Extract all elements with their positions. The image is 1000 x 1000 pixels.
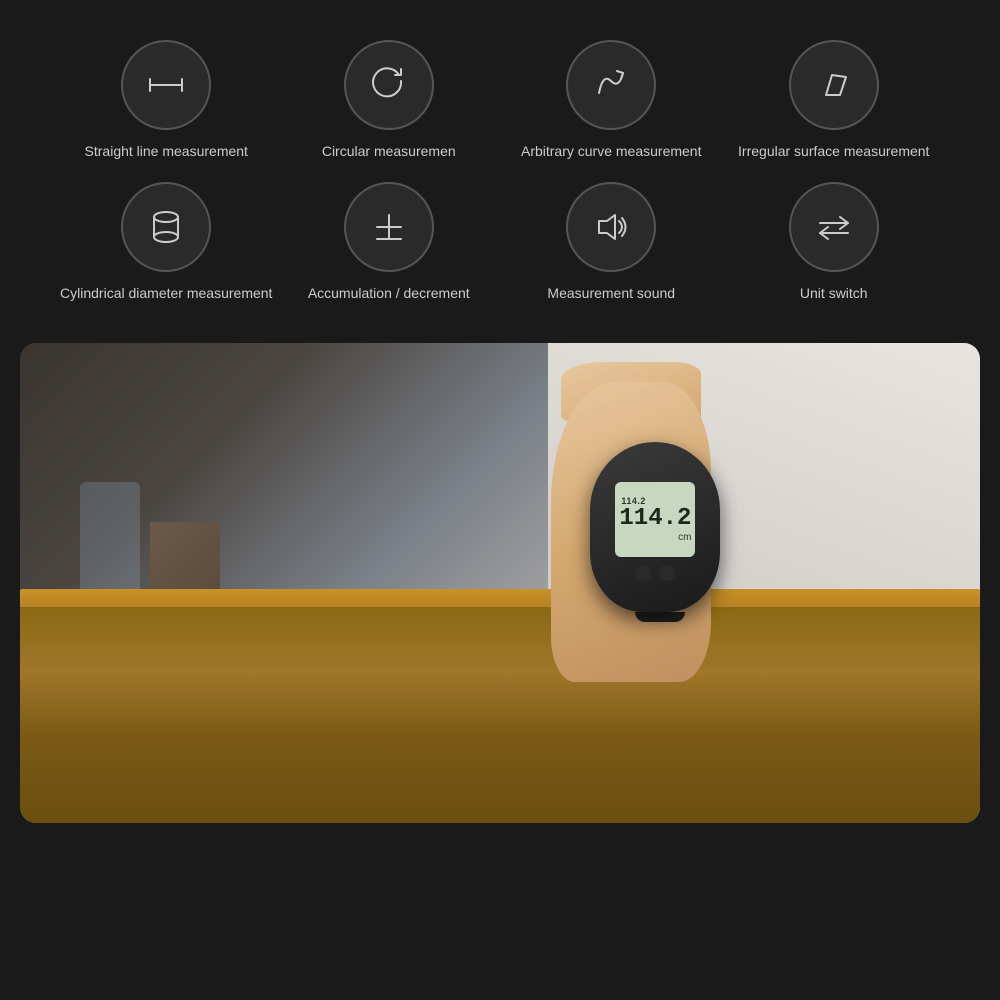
device-base [635,612,685,622]
photo-section: 114.2 114.2 cm [20,343,980,823]
device-screen: 114.2 114.2 cm [615,482,695,557]
irregular-surface-icon [812,63,856,107]
table-surface [20,607,980,823]
icons-grid: Straight line measurement Circular measu… [40,30,960,313]
feature-accumulation: Accumulation / decrement [283,182,496,304]
irregular-label: Irregular surface measurement [738,142,929,162]
device-screen-primary: 114.2 [619,506,691,532]
accumulation-circle [344,182,434,272]
sound-icon [589,205,633,249]
straight-line-label: Straight line measurement [85,142,248,162]
circular-label: Circular measuremen [322,142,456,162]
cylindrical-icon [144,205,188,249]
unit-switch-icon [812,205,856,249]
sound-circle [566,182,656,272]
device-body: 114.2 114.2 cm [590,442,720,612]
arbitrary-curve-icon [589,63,633,107]
accumulation-icon [367,205,411,249]
feature-arbitrary: Arbitrary curve measurement [505,40,718,162]
straight-line-circle [121,40,211,130]
app-container: Straight line measurement Circular measu… [0,0,1000,823]
circular-circle [344,40,434,130]
device-button-right[interactable] [659,565,675,581]
device-button-left[interactable] [635,565,651,581]
feature-irregular: Irregular surface measurement [728,40,941,162]
unit-switch-circle [789,182,879,272]
straight-line-icon [144,63,188,107]
feature-straight-line: Straight line measurement [60,40,273,162]
sound-label: Measurement sound [547,284,675,304]
device-photo: 114.2 114.2 cm [20,343,980,823]
arbitrary-label: Arbitrary curve measurement [521,142,702,162]
feature-cylindrical: Cylindrical diameter measurement [60,182,273,304]
irregular-circle [789,40,879,130]
feature-unit-switch: Unit switch [728,182,941,304]
feature-sound: Measurement sound [505,182,718,304]
arbitrary-circle [566,40,656,130]
accumulation-label: Accumulation / decrement [308,284,470,304]
circular-icon [367,63,411,107]
device-buttons [635,565,675,581]
feature-circular: Circular measuremen [283,40,496,162]
cylindrical-circle [121,182,211,272]
unit-switch-label: Unit switch [800,284,868,304]
features-section: Straight line measurement Circular measu… [0,0,1000,333]
device-screen-unit: cm [678,532,691,543]
measuring-device: 114.2 114.2 cm [590,442,730,622]
cylindrical-label: Cylindrical diameter measurement [60,284,272,304]
